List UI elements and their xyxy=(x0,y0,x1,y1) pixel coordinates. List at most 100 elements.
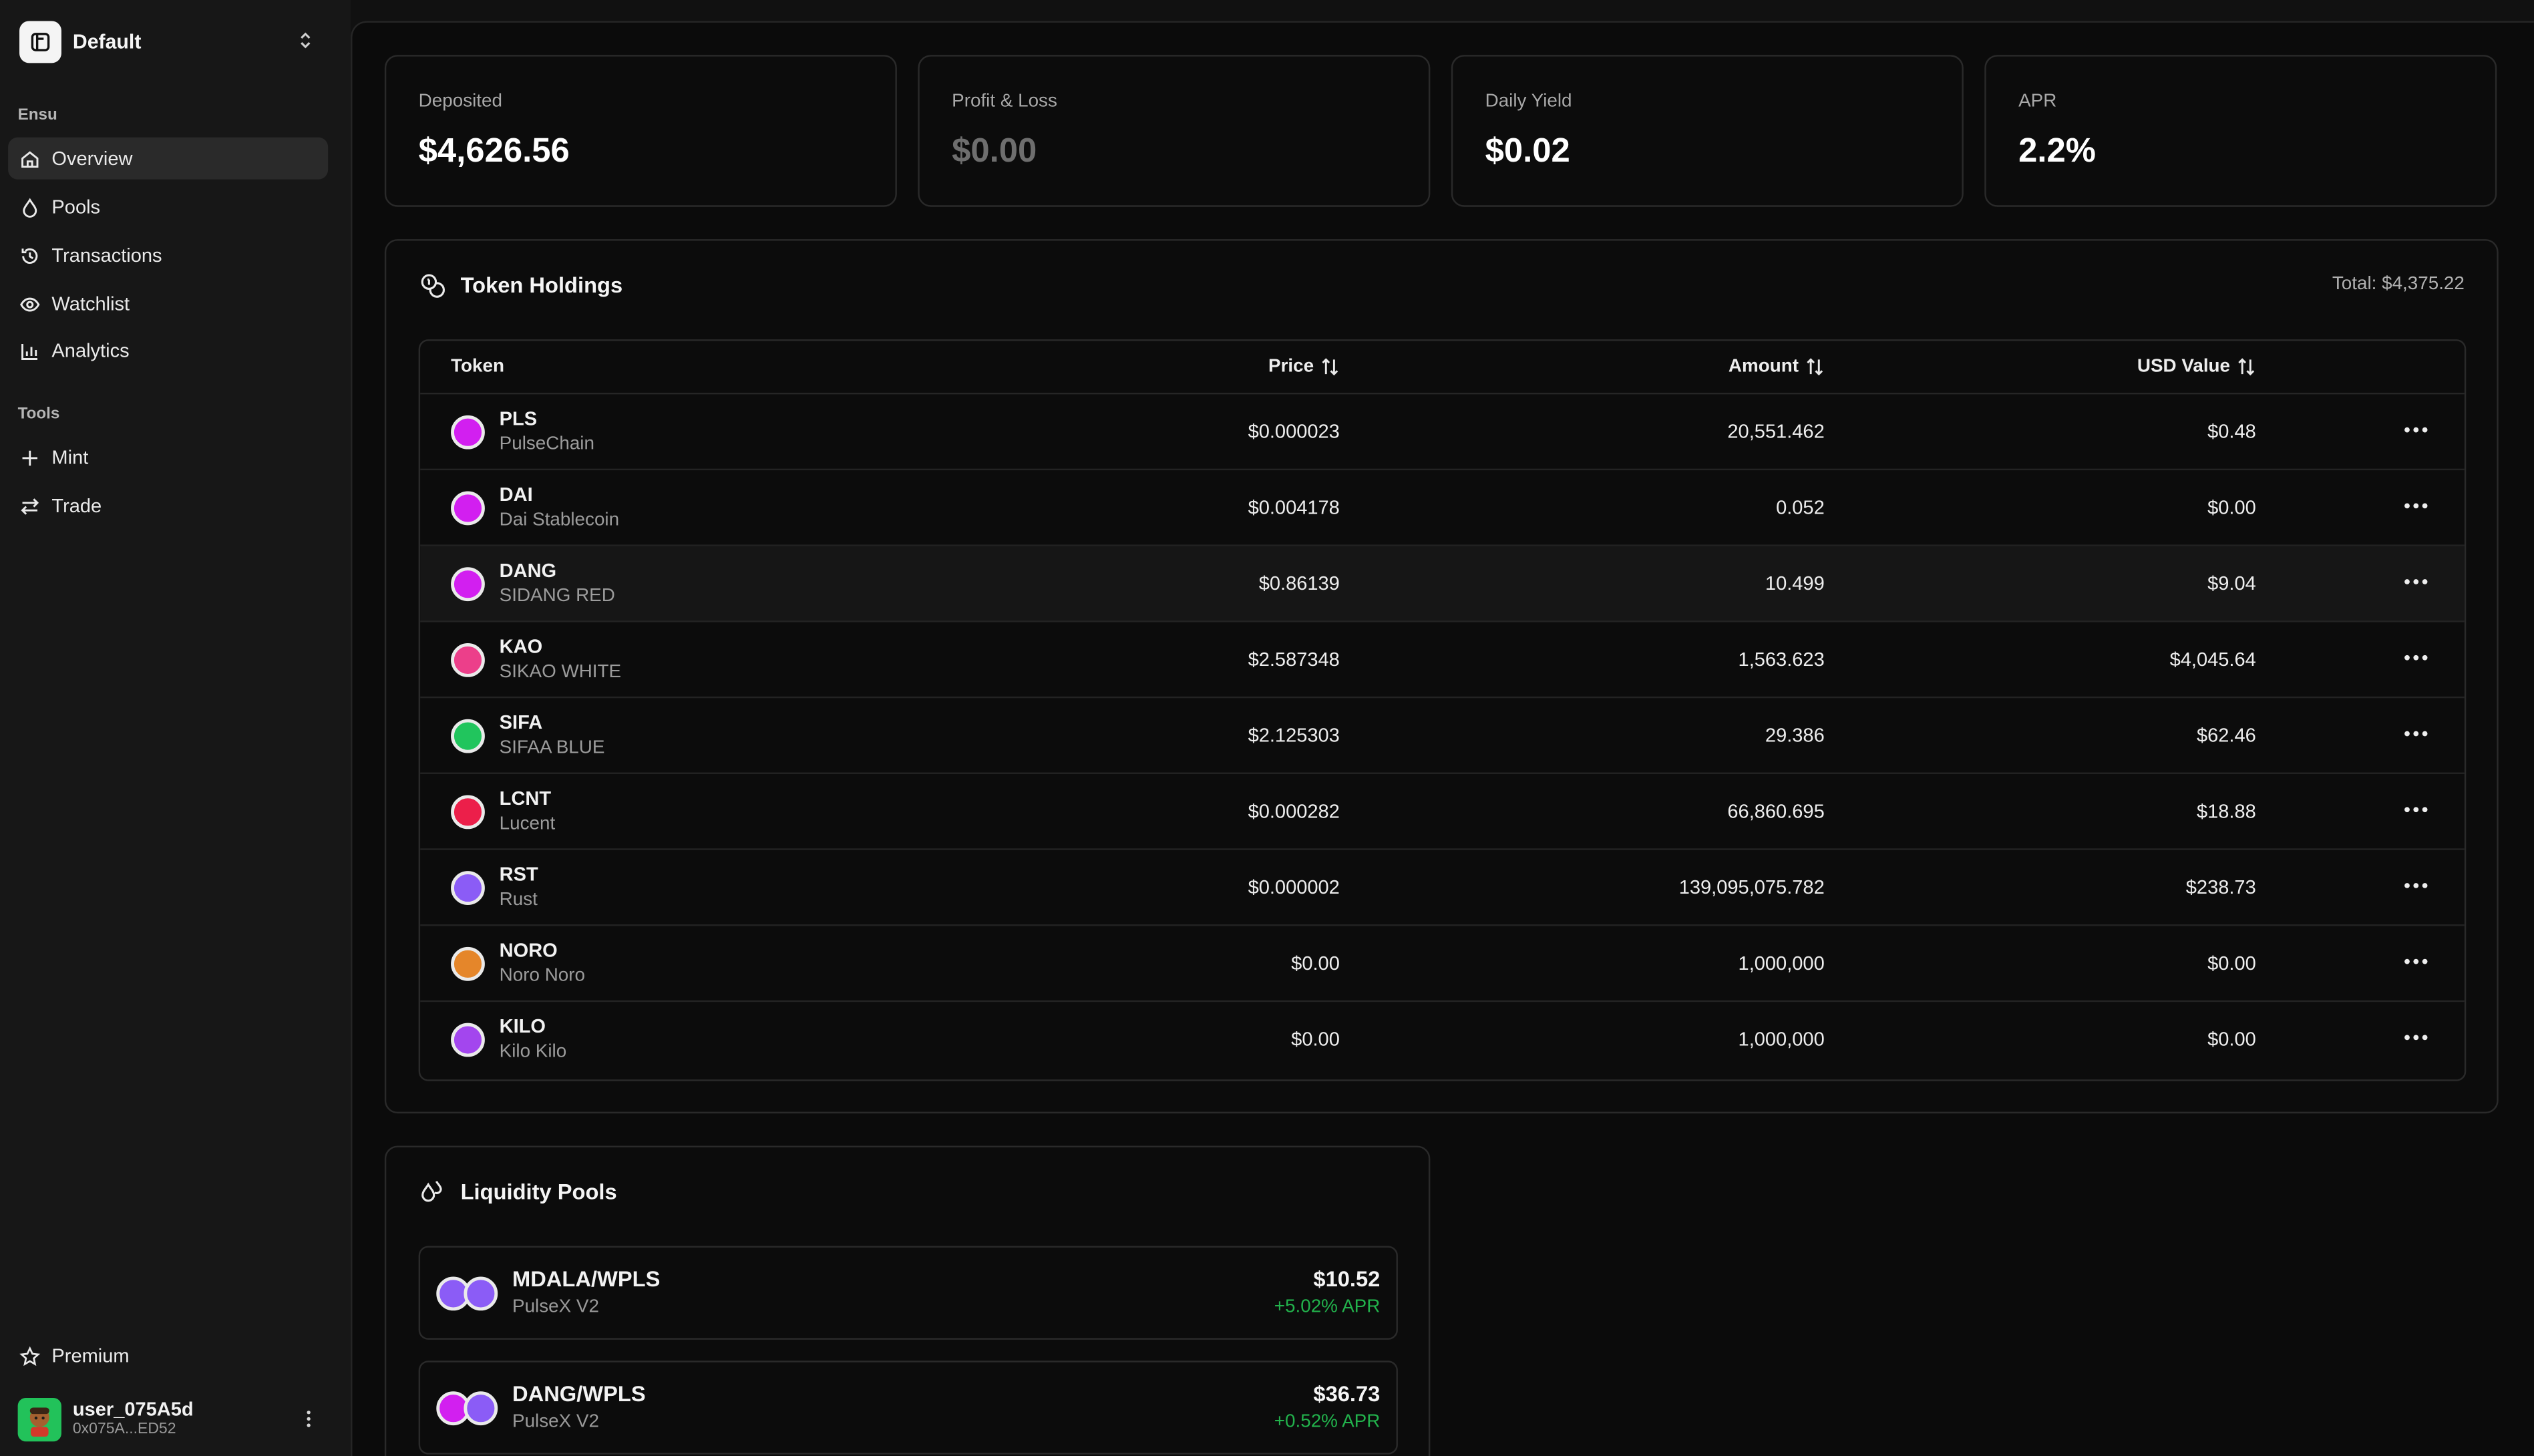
row-actions-button[interactable] xyxy=(2402,1023,2431,1053)
token-name: Dai Stablecoin xyxy=(499,510,620,530)
chevron-up-down-icon xyxy=(301,32,311,49)
token-amount: 139,095,075.782 xyxy=(1678,876,1825,899)
more-horizontal-icon xyxy=(2404,427,2428,433)
token-usd-value: $0.48 xyxy=(2207,420,2256,443)
row-actions-button[interactable] xyxy=(2402,795,2431,824)
token-name: Lucent xyxy=(499,814,556,834)
token-usd-value: $238.73 xyxy=(2185,876,2256,899)
row-actions-button[interactable] xyxy=(2402,492,2431,521)
table-row[interactable]: KILO Kilo Kilo $0.00 1,000,000 $0.00 xyxy=(420,1002,2465,1078)
sidebar-item-premium[interactable]: Premium xyxy=(8,1335,328,1377)
token-name: Kilo Kilo xyxy=(499,1042,567,1062)
sidebar-item-label: Overview xyxy=(51,147,133,170)
sidebar-item-label: Transactions xyxy=(51,244,162,267)
pool-dex: PulseX V2 xyxy=(512,1412,599,1432)
holdings-title: Token Holdings xyxy=(460,272,623,298)
token-amount: 29.386 xyxy=(1765,723,1825,747)
token-amount: 1,000,000 xyxy=(1738,1027,1825,1051)
sort-icon xyxy=(2238,358,2255,376)
pool-value: $36.73 xyxy=(1313,1381,1381,1407)
column-header-price[interactable]: Price xyxy=(1268,357,1340,377)
sidebar-item-transactions[interactable]: Transactions xyxy=(8,234,328,277)
token-usd-value: $0.00 xyxy=(2207,496,2256,519)
table-row[interactable]: DAI Dai Stablecoin $0.004178 0.052 $0.00 xyxy=(420,470,2465,546)
stat-value: 2.2% xyxy=(2018,132,2096,170)
token-logo-icon xyxy=(451,946,485,981)
user-profile[interactable]: user_075A5d 0x075A...ED52 xyxy=(17,1397,333,1442)
table-row[interactable]: NORO Noro Noro $0.00 1,000,000 $0.00 xyxy=(420,926,2465,1003)
row-actions-button[interactable] xyxy=(2402,871,2431,900)
token-logo-icon xyxy=(451,795,485,830)
table-row[interactable]: LCNT Lucent $0.000282 66,860.695 $18.88 xyxy=(420,774,2465,850)
card-title: Liquidity Pools xyxy=(419,1178,617,1206)
token-symbol: PLS xyxy=(499,407,538,430)
column-header-amount[interactable]: Amount xyxy=(1729,357,1825,377)
droplet-icon xyxy=(23,197,37,217)
sidebar-item-pools[interactable]: Pools xyxy=(8,186,328,228)
star-icon xyxy=(19,1345,41,1365)
token-price: $0.000282 xyxy=(1248,799,1340,823)
table-row[interactable]: SIFA SIFAA BLUE $2.125303 29.386 $62.46 xyxy=(420,698,2465,774)
token-amount: 1,563.623 xyxy=(1738,648,1825,671)
token-symbol: DAI xyxy=(499,483,533,506)
table-row[interactable]: RST Rust $0.000002 139,095,075.782 $238.73 xyxy=(420,850,2465,926)
token-symbol: LCNT xyxy=(499,787,552,810)
token-name: SIFAA BLUE xyxy=(499,738,605,758)
sidebar-item-label: Pools xyxy=(51,195,101,218)
token-price: $0.00 xyxy=(1291,1027,1340,1051)
token-name: SIDANG RED xyxy=(499,586,615,606)
token-price: $0.86139 xyxy=(1258,572,1340,595)
token-symbol: NORO xyxy=(499,938,558,962)
stat-card-apr: APR 2.2% xyxy=(1984,55,2497,207)
token-symbol: KILO xyxy=(499,1015,546,1038)
table-row[interactable]: PLS PulseChain $0.000023 20,551.462 $0.48 xyxy=(420,394,2465,471)
coins-icon xyxy=(421,274,445,298)
pool-item[interactable]: MDALA/WPLS PulseX V2 $10.52 +5.02% APR xyxy=(418,1246,1398,1340)
column-header-token: Token xyxy=(451,357,504,377)
holdings-total: Total: $4,375.22 xyxy=(2332,275,2465,295)
sidebar-item-label: Analytics xyxy=(51,339,130,362)
table-row[interactable]: KAO SIKAO WHITE $2.587348 1,563.623 $4,045.6… xyxy=(420,622,2465,699)
sidebar-item-trade[interactable]: Trade xyxy=(8,485,328,527)
token-name: PulseChain xyxy=(499,434,594,454)
row-actions-button[interactable] xyxy=(2402,567,2431,596)
stat-label: Deposited xyxy=(418,92,503,112)
sidebar-item-mint[interactable]: Mint xyxy=(8,436,328,478)
plus-icon xyxy=(22,449,37,465)
sidebar-item-analytics[interactable]: Analytics xyxy=(8,330,328,372)
droplets-icon xyxy=(421,1180,442,1202)
more-vertical-icon[interactable] xyxy=(297,1407,320,1430)
token-symbol: DANG xyxy=(499,559,557,582)
pool-item[interactable]: DANG/WPLS PulseX V2 $36.73 +0.52% APR xyxy=(418,1360,1398,1455)
app-root: Default Ensu Overview Pools Transactions… xyxy=(0,0,2534,1456)
token-price: $2.125303 xyxy=(1248,723,1340,747)
user-address: 0x075A...ED52 xyxy=(72,1420,176,1439)
more-horizontal-icon xyxy=(2404,1035,2428,1041)
token-amount: 0.052 xyxy=(1776,496,1825,519)
row-actions-button[interactable] xyxy=(2402,719,2431,749)
token-b-icon xyxy=(464,1276,498,1311)
token-symbol: KAO xyxy=(499,634,543,658)
stat-label: Daily Yield xyxy=(1485,92,1572,112)
column-header-usd-value[interactable]: USD Value xyxy=(2137,357,2256,377)
row-actions-button[interactable] xyxy=(2402,415,2431,445)
token-price: $0.000023 xyxy=(1248,420,1340,443)
token-logo-icon xyxy=(451,491,485,526)
workspace-switcher[interactable]: Default xyxy=(19,19,327,63)
workspace-logo-icon xyxy=(19,20,61,63)
token-usd-value: $0.00 xyxy=(2207,1027,2256,1051)
sidebar-item-overview[interactable]: Overview xyxy=(8,137,329,180)
table-row[interactable]: DANG SIDANG RED $0.86139 10.499 $9.04 xyxy=(420,546,2465,622)
more-horizontal-icon xyxy=(2404,958,2428,964)
row-actions-button[interactable] xyxy=(2402,643,2431,673)
pool-pair: MDALA/WPLS xyxy=(512,1266,661,1292)
token-amount: 1,000,000 xyxy=(1738,952,1825,975)
pools-title: Liquidity Pools xyxy=(460,1179,617,1204)
sidebar-group-label: Ensu xyxy=(17,106,57,125)
sidebar-item-watchlist[interactable]: Watchlist xyxy=(8,283,328,325)
pool-dex: PulseX V2 xyxy=(512,1297,599,1317)
sidebar-item-label: Trade xyxy=(51,494,102,518)
row-actions-button[interactable] xyxy=(2402,947,2431,976)
more-horizontal-icon xyxy=(2404,579,2428,584)
token-logo-icon xyxy=(451,643,485,677)
